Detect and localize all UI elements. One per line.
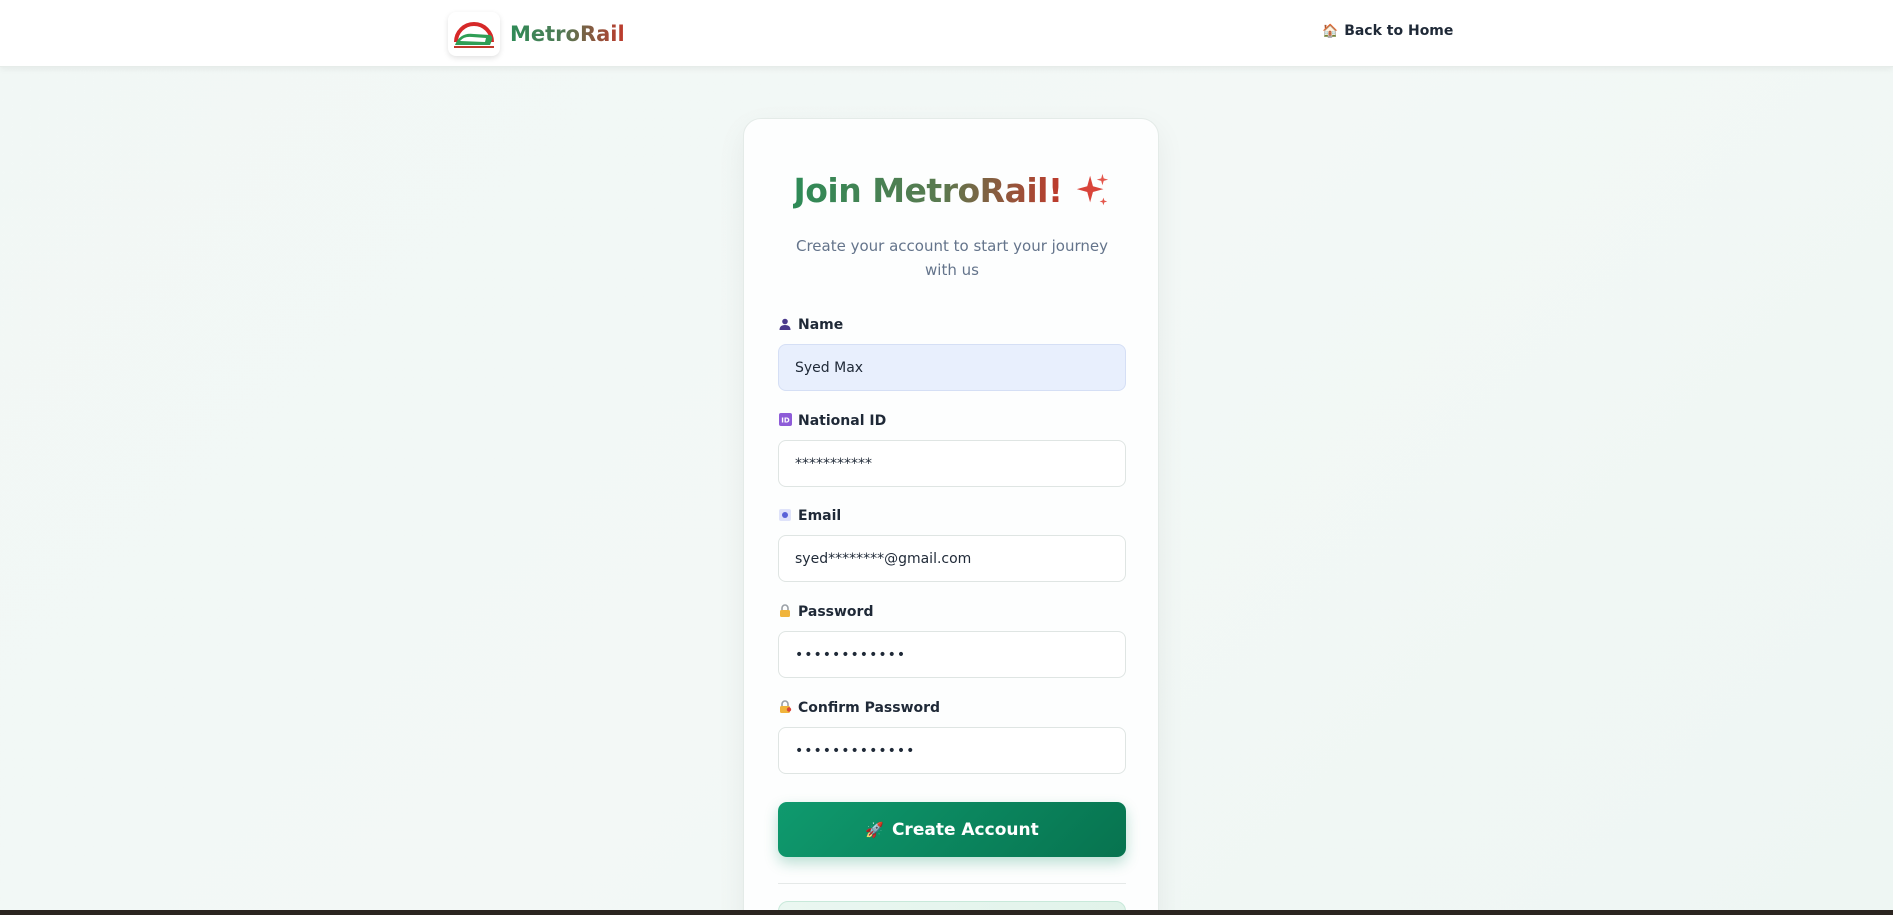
page-subtitle: Create your account to start your journe… <box>795 237 1109 279</box>
national-id-input-value: *********** <box>795 455 872 472</box>
top-navbar: MetroRail 🏠 Back to Home <box>0 0 1893 67</box>
signup-title-row: Join MetroRail! <box>744 171 1160 210</box>
email-label: Email <box>778 508 841 524</box>
signup-card: Join MetroRail! Create your account to s… <box>743 118 1159 915</box>
email-input-value: syed********@gmail.com <box>795 550 972 567</box>
brand-home-link[interactable]: MetroRail <box>448 12 625 56</box>
create-account-label: Create Account <box>891 819 1039 840</box>
password-label-text: Password <box>798 604 874 620</box>
person-icon <box>778 318 792 333</box>
password-input-value: •••••••••••• <box>795 646 907 663</box>
page-title: Join MetroRail! <box>793 171 1063 210</box>
password-input[interactable]: •••••••••••• <box>778 631 1126 678</box>
lock-icon <box>778 604 792 620</box>
name-label: Name <box>778 317 843 333</box>
create-account-button[interactable]: 🚀 Create Account <box>778 802 1126 857</box>
email-label-text: Email <box>798 508 842 524</box>
password-label: Password <box>778 604 873 620</box>
name-input-value: Syed Max <box>795 359 864 376</box>
national-id-input[interactable]: *********** <box>778 440 1126 487</box>
brand-name: MetroRail <box>510 22 625 46</box>
back-to-home-link[interactable]: 🏠 Back to Home <box>1322 23 1453 39</box>
national-id-label: ID National ID <box>778 413 886 429</box>
name-label-text: Name <box>798 317 844 333</box>
svg-text:ID: ID <box>781 417 790 425</box>
confirm-password-label-text: Confirm Password <box>798 700 941 716</box>
name-input[interactable]: Syed Max <box>778 344 1126 391</box>
train-logo-icon <box>454 22 494 48</box>
email-input[interactable]: syed********@gmail.com <box>778 535 1126 582</box>
house-icon: 🏠 <box>1322 23 1339 39</box>
confirm-password-input-value: ••••••••••••• <box>795 742 916 759</box>
window-bottom-edge <box>0 910 1893 915</box>
national-id-label-text: National ID <box>798 413 887 429</box>
confirm-password-input[interactable]: ••••••••••••• <box>778 727 1126 774</box>
sparkle-icon <box>1076 173 1108 205</box>
confirm-password-label: Confirm Password <box>778 700 940 716</box>
rocket-icon: 🚀 <box>865 820 884 839</box>
form-divider <box>778 883 1126 884</box>
lock-key-icon <box>778 700 792 716</box>
email-icon <box>778 508 792 524</box>
metrorail-logo <box>448 12 500 56</box>
back-to-home-label: Back to Home <box>1344 23 1454 39</box>
id-icon: ID <box>778 413 792 429</box>
